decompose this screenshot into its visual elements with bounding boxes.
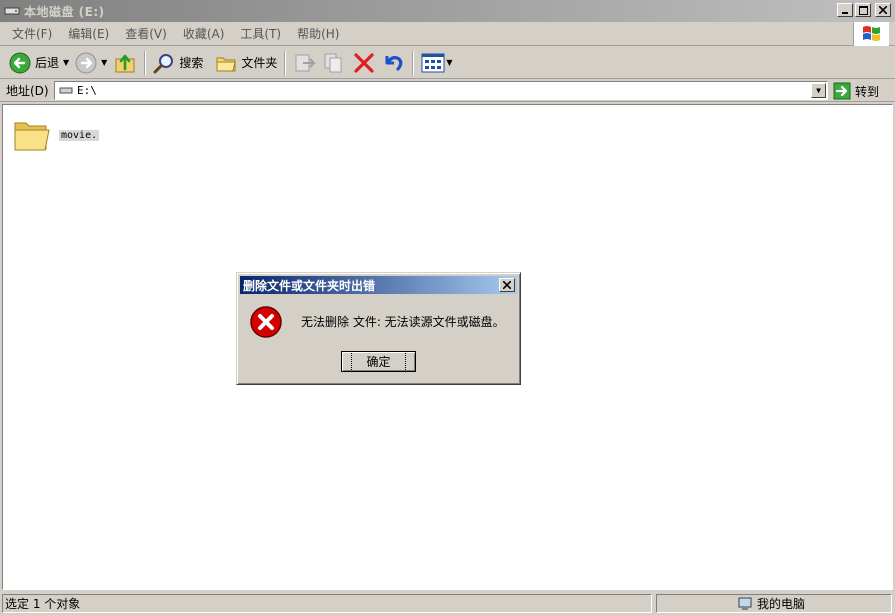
windows-logo: [853, 22, 889, 46]
back-button[interactable]: 后退 ▼: [6, 49, 72, 77]
back-arrow-icon: [9, 52, 31, 73]
go-arrow-icon: [833, 82, 851, 100]
error-icon: [249, 305, 283, 342]
status-location-label: 我的电脑: [757, 597, 806, 611]
address-input[interactable]: E:\ ▼: [54, 81, 828, 100]
address-dropdown-button[interactable]: ▼: [811, 83, 826, 98]
drive-icon: [59, 87, 73, 94]
delete-button[interactable]: [350, 49, 378, 77]
dialog-title: 删除文件或文件夹时出错: [243, 278, 376, 293]
menu-file[interactable]: 文件(F): [4, 25, 60, 42]
address-bar: 地址(D) E:\ ▼ 转到: [0, 80, 895, 102]
status-bar: 选定 1 个对象 我的电脑: [0, 592, 895, 615]
chevron-down-icon[interactable]: ▼: [63, 58, 69, 67]
delete-x-icon: [354, 52, 374, 73]
menu-help[interactable]: 帮助(H): [289, 25, 347, 42]
folders-button[interactable]: 文件夹: [212, 49, 280, 77]
copy-to-button[interactable]: [320, 49, 350, 77]
chevron-down-icon[interactable]: ▼: [101, 58, 107, 67]
file-name: movie.: [59, 129, 100, 141]
folder-icon: [216, 57, 236, 71]
close-button[interactable]: [875, 3, 891, 17]
window-title: 本地磁盘 (E:): [24, 4, 105, 19]
menu-favorites[interactable]: 收藏(A): [175, 25, 233, 42]
address-label: 地址(D): [6, 84, 49, 98]
ok-label: 确定: [351, 351, 406, 372]
drive-icon: [4, 7, 20, 15]
folders-label: 文件夹: [241, 56, 278, 70]
views-button[interactable]: ▼: [418, 49, 455, 77]
file-item-movie[interactable]: movie.: [13, 117, 100, 153]
search-button[interactable]: 搜索: [150, 49, 206, 77]
up-button[interactable]: [110, 49, 140, 77]
maximize-icon: [858, 5, 868, 15]
title-bar[interactable]: 本地磁盘 (E:): [0, 0, 895, 22]
status-location: 我的电脑: [656, 594, 892, 613]
windows-flag-icon: [862, 26, 880, 41]
chevron-down-icon[interactable]: ▼: [446, 58, 452, 67]
dialog-close-button[interactable]: [499, 278, 515, 292]
maximize-button[interactable]: [855, 3, 871, 17]
folder-icon: [14, 122, 50, 151]
ok-button[interactable]: 确定: [341, 351, 416, 372]
minimize-button[interactable]: [837, 3, 853, 17]
dialog-message: 无法删除 文件: 无法读源文件或磁盘。: [301, 315, 505, 329]
toolbar-separator: [412, 50, 415, 75]
move-to-icon: [295, 54, 316, 71]
menu-bar: 文件(F) 编辑(E) 查看(V) 收藏(A) 工具(T) 帮助(H): [0, 22, 895, 46]
search-label: 搜索: [179, 56, 204, 70]
toolbar-separator: [144, 50, 147, 75]
folder-up-icon: [115, 54, 135, 72]
explorer-window: 本地磁盘 (E:) 文件(F) 编辑(E) 查看(V) 收藏(A) 工具(T) …: [0, 0, 895, 615]
forward-button[interactable]: ▼: [72, 49, 110, 77]
toolbar-separator: [284, 50, 287, 75]
forward-arrow-icon: [75, 52, 97, 73]
views-icon: [421, 53, 445, 72]
close-icon: [503, 281, 511, 289]
undo-button[interactable]: [378, 49, 408, 77]
menu-tools[interactable]: 工具(T): [232, 25, 289, 42]
menu-edit[interactable]: 编辑(E): [60, 25, 117, 42]
copy-to-icon: [324, 53, 342, 72]
go-label: 转到: [855, 84, 880, 99]
move-to-button[interactable]: [290, 49, 320, 77]
back-label: 后退: [35, 56, 60, 70]
computer-icon: [738, 597, 752, 610]
undo-icon: [385, 55, 403, 71]
search-icon: [153, 53, 174, 73]
status-selection: 选定 1 个对象: [2, 594, 652, 613]
minimize-icon: [842, 12, 848, 14]
error-x-icon: [250, 306, 282, 338]
close-icon: [879, 6, 887, 14]
menu-view[interactable]: 查看(V): [117, 25, 175, 42]
address-value: E:\: [77, 84, 97, 97]
go-button[interactable]: 转到: [833, 81, 879, 101]
error-dialog: 删除文件或文件夹时出错 无法删除 文件: 无法读源文件或磁盘。 确定: [236, 272, 521, 385]
chevron-down-icon: ▼: [816, 86, 821, 95]
toolbar: 后退 ▼ ▼ 搜索 文件夹 ▼: [0, 47, 895, 79]
dialog-title-bar[interactable]: 删除文件或文件夹时出错: [240, 276, 517, 294]
